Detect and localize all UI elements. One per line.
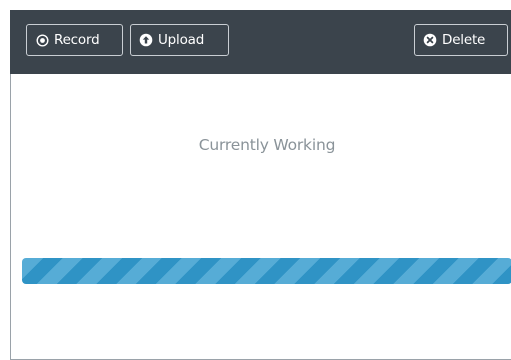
record-button[interactable]: Record	[26, 24, 123, 56]
status-text: Currently Working	[198, 136, 336, 154]
app-window: Record Upload Delete Currently Working	[0, 0, 511, 360]
delete-x-icon	[423, 33, 437, 47]
upload-button[interactable]: Upload	[130, 24, 229, 56]
record-button-label: Record	[54, 32, 100, 48]
delete-button[interactable]: Delete	[414, 24, 508, 56]
upload-button-label: Upload	[158, 32, 205, 48]
progress-bar	[22, 258, 511, 284]
delete-button-label: Delete	[442, 32, 486, 48]
upload-arrow-icon	[139, 33, 153, 47]
toolbar: Record Upload Delete	[10, 10, 511, 74]
record-icon	[35, 33, 49, 47]
content-panel: Currently Working	[10, 74, 511, 360]
